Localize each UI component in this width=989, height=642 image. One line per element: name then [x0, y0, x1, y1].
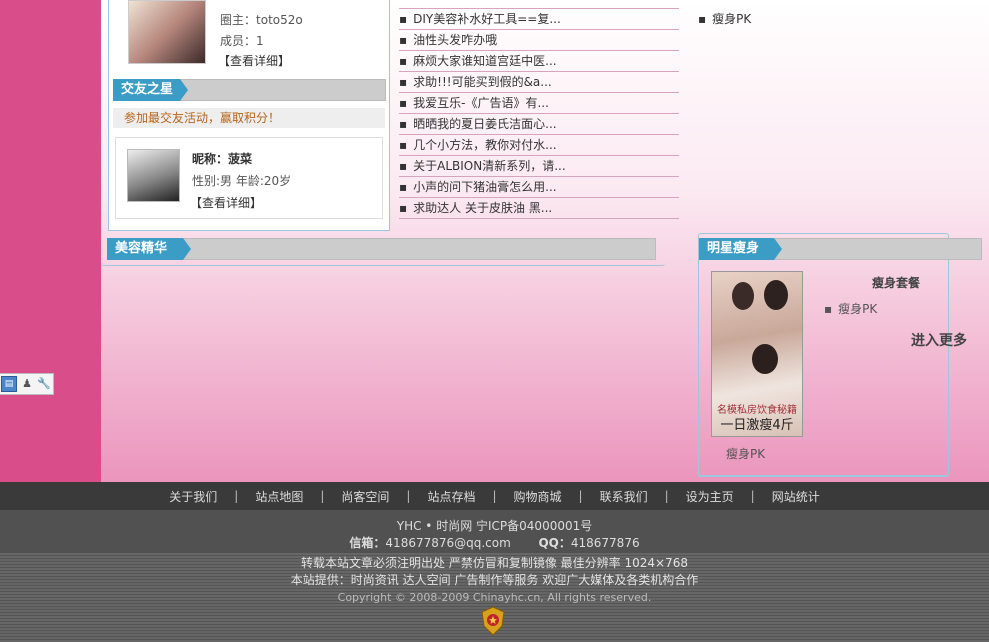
news-link[interactable]: 几个小方法，教你对付水...: [413, 138, 556, 152]
list-item[interactable]: ▪ 求助达人 关于皮肤油 黑...: [399, 198, 679, 219]
footer-link-about[interactable]: 关于我们: [169, 488, 217, 505]
news-link[interactable]: 我爱互乐-《广告语》有...: [413, 96, 549, 110]
police-badge-icon[interactable]: [480, 606, 506, 636]
footer-link-sitemap[interactable]: 站点地图: [255, 488, 303, 505]
bullet-icon: ▪: [399, 201, 408, 215]
list-item[interactable]: ▪ 求助!!!可能买到假的&a...: [399, 72, 679, 93]
friend-details-link[interactable]: 【查看详细】: [190, 194, 262, 211]
bullet-icon: ▪: [698, 12, 707, 26]
bullet-icon: ▪: [399, 180, 408, 194]
circle-photo[interactable]: [128, 0, 206, 64]
left-pink-strip: [0, 0, 101, 482]
nav-separator: |: [320, 489, 325, 503]
news-link[interactable]: 求助!!!可能买到假的&a...: [413, 75, 552, 89]
list-item[interactable]: ▪ 小声的问下猪油膏怎么用...: [399, 177, 679, 198]
join-activity-note[interactable]: 参加最交友活动，赢取积分！: [113, 108, 385, 128]
friend-star-title: 交友之星: [113, 79, 188, 101]
footer-copyright: Copyright © 2008-2009 Chinayhc.cn, All r…: [337, 591, 652, 604]
circle-owner-value[interactable]: toto52o: [256, 13, 303, 27]
nav-separator: |: [492, 489, 497, 503]
promo-image-label[interactable]: 瘦身PK: [726, 445, 765, 462]
bullet-icon: ▪: [399, 54, 408, 68]
news-link[interactable]: DIY美容补水好工具==复...: [413, 12, 561, 26]
bullet-icon: ▪: [824, 302, 833, 316]
circle-members: 成员：1: [220, 32, 264, 49]
news-link[interactable]: 小声的问下猪油膏怎么用...: [413, 180, 556, 194]
footer-link-homepage[interactable]: 设为主页: [686, 488, 734, 505]
bullet-icon: ▪: [399, 33, 408, 47]
footer-link-archive[interactable]: 站点存档: [427, 488, 475, 505]
nav-separator: |: [578, 489, 583, 503]
news-link[interactable]: 求助达人 关于皮肤油 黑...: [413, 201, 552, 215]
friend-avatar[interactable]: [127, 149, 180, 202]
list-item[interactable]: ▪ 关于ALBION清新系列，请...: [399, 156, 679, 177]
slim-item-link[interactable]: 瘦身PK: [838, 302, 877, 316]
bullet-icon: ▪: [399, 12, 408, 26]
footer-nav: 关于我们 | 站点地图 | 尚客空间 | 站点存档 | 购物商城 | 联系我们 | 设为主页…: [0, 482, 989, 510]
footer-contact-line: 信箱：418677876@qq.com QQ：418677876: [0, 534, 989, 551]
nav-separator: |: [406, 489, 411, 503]
promo-caption-big: 一日激瘦4斤: [720, 418, 794, 433]
footer-mail-label: 信箱：: [349, 536, 386, 550]
news-link[interactable]: 油性头发咋办哦: [413, 33, 497, 47]
beauty-section-title: 美容精华: [107, 238, 191, 260]
bullet-icon: ▪: [399, 96, 408, 110]
footer-link-stats[interactable]: 网站统计: [772, 488, 820, 505]
footer-link-contact[interactable]: 联系我们: [600, 488, 648, 505]
nav-separator: |: [664, 489, 669, 503]
footer-notice-line: 转载本站文章必须注明出处 严禁仿冒和复制镜像 最佳分辨率 1024×768: [301, 556, 688, 570]
circle-members-label: 成员：: [220, 34, 257, 48]
model-hair-shape: [764, 280, 788, 310]
friend-nick-value[interactable]: 菠菜: [228, 152, 252, 166]
friend-nick-label: 昵称：: [192, 152, 229, 166]
bullet-icon: ▪: [399, 159, 408, 173]
nav-separator: |: [750, 489, 755, 503]
list-item[interactable]: ▪ 几个小方法，教你对付水...: [399, 135, 679, 156]
footer-qq-label: QQ：: [538, 536, 571, 550]
footer-link-space[interactable]: 尚客空间: [341, 488, 389, 505]
news-link[interactable]: 麻烦大家谁知道宫廷中医...: [413, 54, 556, 68]
slim-list-item[interactable]: ▪ 瘦身PK: [824, 300, 877, 317]
list-item[interactable]: ▪ 晒晒我的夏日姜氏洁面心...: [399, 114, 679, 135]
circle-owner-label: 圈主：: [220, 13, 257, 27]
person-icon[interactable]: ♟: [20, 377, 34, 391]
list-item[interactable]: ▪ DIY美容补水好工具==复...: [399, 9, 679, 30]
circle-owner: 圈主：toto52o: [220, 11, 303, 28]
footer-icp-line: YHC • 时尚网 宁ICP备04000001号: [396, 519, 593, 533]
list-item[interactable]: [399, 0, 679, 9]
model-hair-shape: [752, 344, 778, 374]
footer-qq: 418677876: [570, 536, 640, 550]
circle-members-value: 1: [256, 34, 264, 48]
list-item[interactable]: ▪ 油性头发咋办哦: [399, 30, 679, 51]
bullet-icon: ▪: [399, 75, 408, 89]
wrench-icon[interactable]: 🔧: [37, 377, 51, 391]
news-link[interactable]: 关于ALBION清新系列，请...: [413, 159, 566, 173]
footer-mail[interactable]: 418677876@qq.com: [385, 536, 510, 550]
list-item[interactable]: ▪ 麻烦大家谁知道宫廷中医...: [399, 51, 679, 72]
friend-nick: 昵称：菠菜: [192, 150, 252, 167]
floating-toolbox[interactable]: ▤ ♟ 🔧: [0, 373, 54, 395]
news-link[interactable]: 晒晒我的夏日姜氏洁面心...: [413, 117, 556, 131]
slim-package-title[interactable]: 瘦身套餐: [872, 274, 920, 291]
friend-info: 性别:男 年龄:20岁: [192, 174, 292, 188]
star-slim-title: 明星瘦身: [699, 238, 782, 260]
more-link[interactable]: 进入更多: [911, 330, 967, 350]
list-item[interactable]: ▪ 我爱互乐-《广告语》有...: [399, 93, 679, 114]
right-list-item[interactable]: ▪ 瘦身PK: [698, 10, 751, 27]
nav-separator: |: [234, 489, 239, 503]
footer-link-shop[interactable]: 购物商城: [514, 488, 562, 505]
calendar-icon[interactable]: ▤: [1, 376, 17, 392]
right-list-link[interactable]: 瘦身PK: [712, 12, 751, 26]
bullet-icon: ▪: [399, 138, 408, 152]
footer-service-line: 本站提供：时尚资讯 达人空间 广告制作等服务 欢迎广大媒体及各类机构合作: [290, 573, 699, 587]
model-hair-shape: [732, 282, 754, 310]
bullet-icon: ▪: [399, 117, 408, 131]
circle-details-link[interactable]: 【查看详细】: [218, 52, 290, 69]
